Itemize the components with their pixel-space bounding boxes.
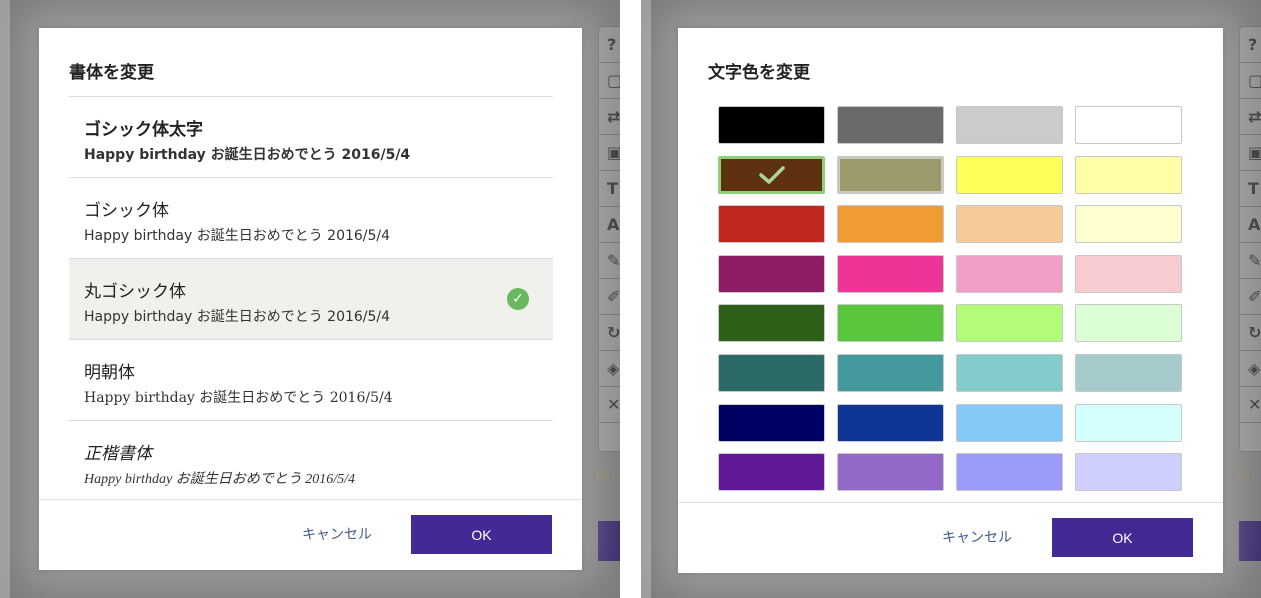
font-option-name: 丸ゴシック体 bbox=[84, 282, 186, 302]
text-size-icon: A bbox=[599, 207, 620, 243]
layers-icon: ◈ bbox=[599, 351, 620, 387]
font-modal: 書体を変更 ゴシック体太字 Happy birthday お誕生日おめでとう 20… bbox=[39, 28, 582, 570]
ok-button[interactable]: OK bbox=[411, 515, 552, 554]
font-option[interactable]: 丸ゴシック体 Happy birthday お誕生日おめでとう 2016/5/4 ✓ bbox=[69, 259, 553, 340]
color-swatch[interactable] bbox=[718, 106, 825, 144]
color-swatch[interactable] bbox=[837, 304, 944, 343]
pen-icon: ✎ bbox=[1240, 243, 1261, 279]
color-swatch[interactable] bbox=[956, 106, 1063, 144]
font-option-sample: Happy birthday お誕生日おめでとう 2016/5/4 bbox=[84, 390, 393, 406]
font-option-sample: Happy birthday お誕生日おめでとう 2016/5/4 bbox=[84, 472, 356, 487]
color-swatch[interactable] bbox=[1075, 106, 1182, 144]
modal-footer: キャンセル OK bbox=[678, 502, 1223, 573]
background-button bbox=[598, 521, 620, 561]
color-swatch[interactable] bbox=[837, 106, 944, 144]
color-swatch[interactable] bbox=[956, 453, 1063, 492]
color-swatch[interactable] bbox=[837, 354, 944, 392]
help-icon: ? bbox=[1240, 27, 1261, 63]
rotate-icon: ↻ bbox=[599, 315, 620, 351]
brush-icon: ✐ bbox=[1240, 279, 1261, 315]
color-swatch[interactable] bbox=[1075, 155, 1182, 194]
color-dialog-screen: ? ▢ ⇄ ▣ T A ✎ ✐ ↻ ◈ ✕ ⓘ 文字色を変更 キャンセル OK bbox=[641, 0, 1261, 598]
warning-icon: ⓘ bbox=[1238, 468, 1251, 482]
color-swatch[interactable] bbox=[1075, 403, 1182, 442]
color-swatch[interactable] bbox=[718, 304, 825, 343]
background-strip bbox=[0, 0, 10, 598]
color-swatch[interactable] bbox=[718, 205, 825, 244]
color-swatch[interactable] bbox=[837, 155, 944, 194]
font-option-sample: Happy birthday お誕生日おめでとう 2016/5/4 bbox=[84, 228, 391, 244]
color-swatch[interactable] bbox=[956, 254, 1063, 293]
text-box-icon: ▣ bbox=[1240, 135, 1261, 171]
color-swatch[interactable] bbox=[956, 304, 1063, 343]
color-modal: 文字色を変更 キャンセル OK bbox=[678, 28, 1223, 573]
check-circle-icon: ✓ bbox=[507, 288, 529, 310]
cancel-button[interactable]: キャンセル bbox=[942, 527, 1012, 547]
panel-gap bbox=[620, 0, 641, 598]
color-swatch[interactable] bbox=[837, 453, 944, 492]
color-swatch[interactable] bbox=[718, 453, 825, 492]
text-size-icon: A bbox=[1240, 207, 1261, 243]
font-icon: T bbox=[599, 171, 620, 207]
font-option-sample: Happy birthday お誕生日おめでとう 2016/5/4 bbox=[84, 147, 411, 163]
font-option[interactable]: 正楷書体 Happy birthday お誕生日おめでとう 2016/5/4 bbox=[69, 421, 553, 502]
cancel-button[interactable]: キャンセル bbox=[302, 524, 372, 544]
color-swatch[interactable] bbox=[1075, 453, 1182, 492]
modal-title: 文字色を変更 bbox=[708, 63, 810, 83]
layers-icon: ◈ bbox=[1240, 351, 1261, 387]
font-option-name: 正楷書体 bbox=[84, 444, 152, 463]
text-box-icon: ▣ bbox=[599, 135, 620, 171]
swap-icon: ⇄ bbox=[1240, 99, 1261, 135]
background-toolbar: ? ▢ ⇄ ▣ T A ✎ ✐ ↻ ◈ ✕ bbox=[1239, 26, 1261, 452]
swap-icon: ⇄ bbox=[599, 99, 620, 135]
color-swatch[interactable] bbox=[837, 205, 944, 244]
background-strip bbox=[641, 0, 651, 598]
close-icon: ✕ bbox=[599, 387, 620, 423]
warning-icon: ⓘ bbox=[597, 468, 610, 482]
color-swatch[interactable] bbox=[718, 155, 825, 194]
color-swatch[interactable] bbox=[956, 205, 1063, 244]
color-swatch[interactable] bbox=[837, 254, 944, 293]
color-swatch[interactable] bbox=[1075, 304, 1182, 343]
color-swatch[interactable] bbox=[718, 254, 825, 293]
save-icon: ▢ bbox=[1240, 63, 1261, 99]
color-swatch[interactable] bbox=[956, 354, 1063, 392]
font-option-name: 明朝体 bbox=[84, 363, 135, 383]
font-icon: T bbox=[1240, 171, 1261, 207]
modal-title: 書体を変更 bbox=[69, 63, 154, 83]
font-option[interactable]: 明朝体 Happy birthday お誕生日おめでとう 2016/5/4 bbox=[69, 340, 553, 421]
font-option[interactable]: ゴシック体 Happy birthday お誕生日おめでとう 2016/5/4 bbox=[69, 178, 553, 259]
brush-icon: ✐ bbox=[599, 279, 620, 315]
color-swatch[interactable] bbox=[1075, 354, 1182, 392]
color-swatch[interactable] bbox=[718, 403, 825, 442]
close-icon: ✕ bbox=[1240, 387, 1261, 423]
font-option[interactable]: ゴシック体太字 Happy birthday お誕生日おめでとう 2016/5/4 bbox=[69, 97, 553, 178]
pen-icon: ✎ bbox=[599, 243, 620, 279]
color-swatch[interactable] bbox=[1075, 254, 1182, 293]
modal-footer: キャンセル OK bbox=[39, 499, 582, 570]
color-swatch[interactable] bbox=[956, 155, 1063, 194]
save-icon: ▢ bbox=[599, 63, 620, 99]
color-swatch[interactable] bbox=[718, 354, 825, 392]
color-swatch[interactable] bbox=[837, 403, 944, 442]
font-option-name: ゴシック体太字 bbox=[84, 120, 203, 140]
font-option-name: ゴシック体 bbox=[84, 201, 169, 221]
rotate-icon: ↻ bbox=[1240, 315, 1261, 351]
background-button bbox=[1239, 521, 1261, 561]
ok-button[interactable]: OK bbox=[1052, 518, 1193, 557]
background-toolbar: ? ▢ ⇄ ▣ T A ✎ ✐ ↻ ◈ ✕ bbox=[598, 26, 620, 452]
color-swatch[interactable] bbox=[956, 403, 1063, 442]
font-list: ゴシック体太字 Happy birthday お誕生日おめでとう 2016/5/4… bbox=[69, 96, 553, 502]
color-swatch[interactable] bbox=[1075, 205, 1182, 244]
font-dialog-screen: ? ▢ ⇄ ▣ T A ✎ ✐ ↻ ◈ ✕ ⓘ 書体を変更 ゴシック体太字 Hap… bbox=[0, 0, 620, 598]
help-icon: ? bbox=[599, 27, 620, 63]
check-icon bbox=[721, 159, 822, 191]
font-option-sample: Happy birthday お誕生日おめでとう 2016/5/4 bbox=[84, 309, 391, 325]
